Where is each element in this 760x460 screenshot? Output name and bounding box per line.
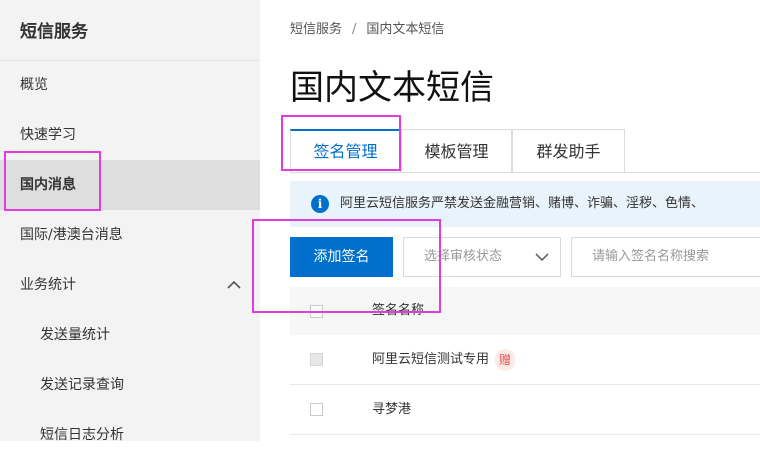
row-checkbox[interactable] [310,403,323,416]
signature-search-input[interactable]: 请输入签名名称搜索 [571,237,760,277]
tab-signature-management[interactable]: 签名管理 [290,129,401,172]
gift-badge: 赠 [495,348,516,371]
row-checkbox [310,353,323,366]
sidebar-item-send-volume-stats[interactable]: 发送量统计 [0,310,260,360]
sidebar-item-domestic-messages[interactable]: 国内消息 [0,160,260,210]
signature-name: 阿里云短信测试专用 [372,352,490,367]
sidebar-item-business-stats[interactable]: 业务统计 [0,260,260,310]
signature-name-cell: 寻梦港 [372,385,411,434]
info-icon: i [311,195,329,213]
table-row: 寻梦港 [290,385,760,435]
signature-name-cell: 阿里云短信测试专用赠 [372,335,516,384]
sidebar-item-sms-log-analysis[interactable]: 短信日志分析 [0,410,260,460]
tab-divider [290,172,760,173]
sidebar-item-overview[interactable]: 概览 [0,60,260,110]
sidebar-item-send-record-query[interactable]: 发送记录查询 [0,360,260,410]
table-row: 阿里云短信测试专用赠 [290,335,760,385]
review-status-select[interactable]: 选择审核状态 [403,237,561,277]
notice-text: 阿里云短信服务严禁发送金融营销、赌博、诈骗、淫秽、色情、 [340,196,705,211]
notice-banner: i 阿里云短信服务严禁发送金融营销、赌博、诈骗、淫秽、色情、 [290,181,760,227]
chevron-up-icon[interactable] [226,278,242,292]
sidebar-item-international-messages[interactable]: 国际/港澳台消息 [0,210,260,260]
select-all-checkbox[interactable] [310,305,323,318]
sidebar-item-label: 业务统计 [20,277,76,293]
table-header: 签名名称 [290,287,760,335]
signature-name: 寻梦港 [372,402,412,417]
sidebar: 短信服务 概览 快速学习 国内消息 国际/港澳台消息 业务统计 发送量统计 发送… [0,0,260,443]
main-content: 短信服务 / 国内文本短信 国内文本短信 签名管理 模板管理 群发助手 i 阿里云短… [260,0,760,441]
sidebar-title: 短信服务 [20,22,88,42]
tab-template-management[interactable]: 模板管理 [401,129,512,172]
add-signature-button[interactable]: 添加签名 [290,237,393,277]
sidebar-item-quick-start[interactable]: 快速学习 [0,110,260,160]
breadcrumb-item-sms-service[interactable]: 短信服务 [290,22,342,37]
review-status-select-value: 选择审核状态 [424,249,503,264]
search-placeholder: 请输入签名名称搜索 [592,249,710,264]
breadcrumb: 短信服务 / 国内文本短信 [290,20,444,40]
chevron-down-icon [535,253,549,262]
breadcrumb-item-current: 国内文本短信 [366,22,445,37]
tab-bulk-send-assistant[interactable]: 群发助手 [512,129,625,172]
column-header-signature-name: 签名名称 [372,303,425,318]
breadcrumb-separator: / [352,22,357,37]
page-title: 国内文本短信 [290,68,494,108]
